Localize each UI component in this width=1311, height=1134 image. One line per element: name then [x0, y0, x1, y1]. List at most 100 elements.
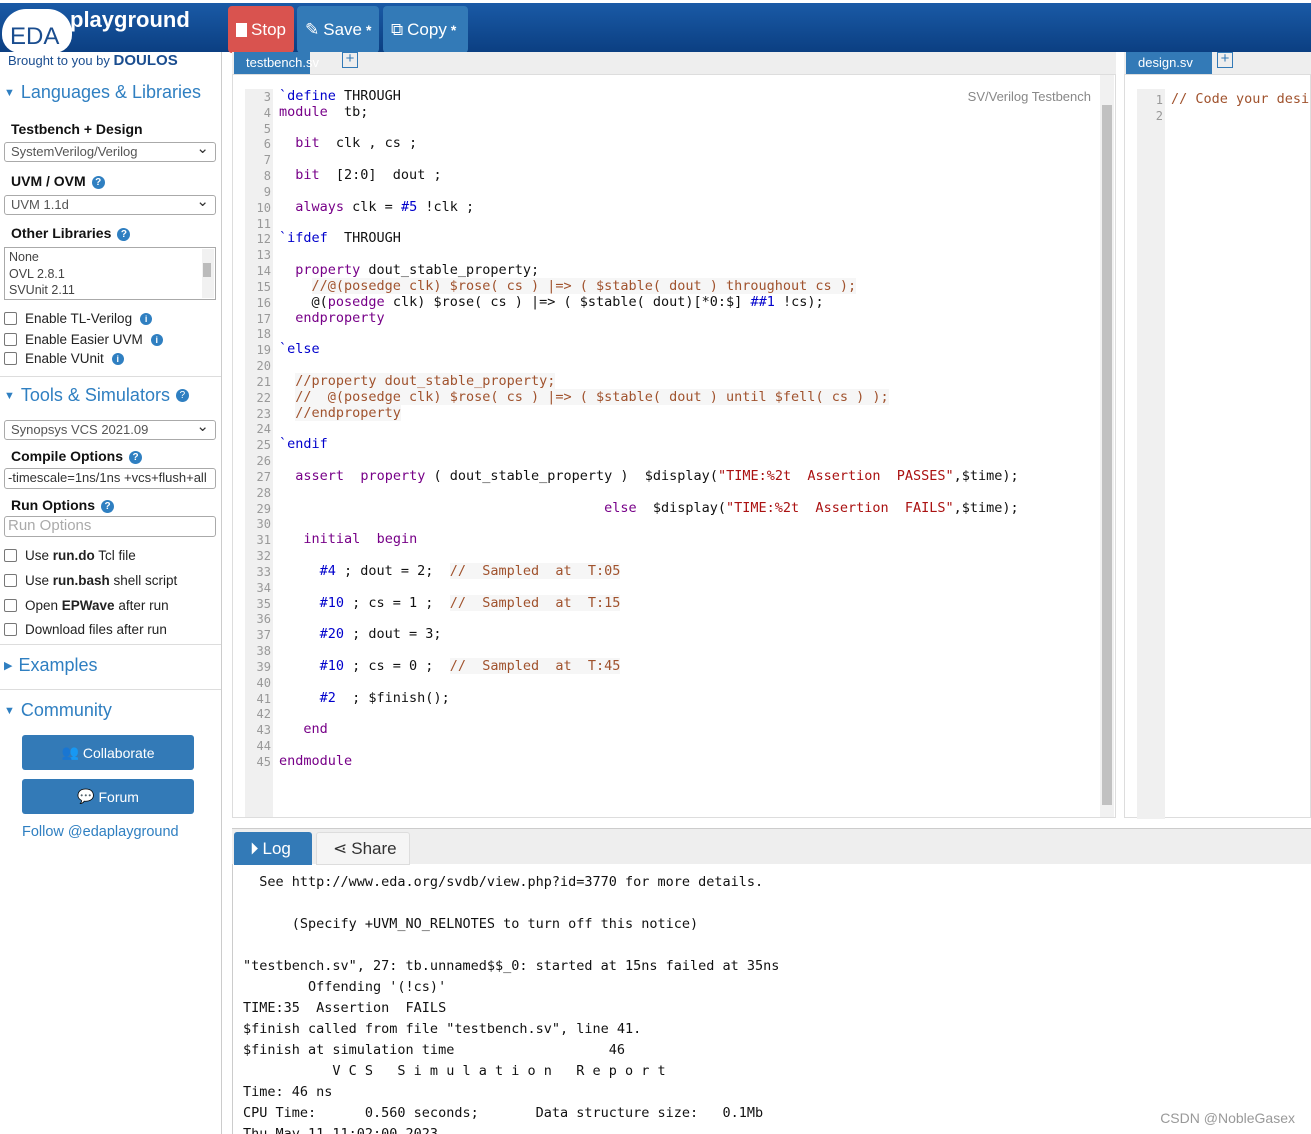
code-line: #4 ; dout = 2; // Sampled at T:05 [319, 562, 621, 579]
section-title: Tools & Simulators [20, 385, 170, 405]
help-icon[interactable]: ? [117, 227, 131, 241]
brought-by-text: Brought to you by [8, 53, 110, 68]
stop-button[interactable]: Stop [228, 6, 294, 53]
run-option-checkbox[interactable]: Open EPWave after run [4, 598, 169, 613]
help-icon[interactable]: ? [175, 389, 189, 402]
help-icon[interactable]: ? [101, 499, 114, 513]
checkbox[interactable] [4, 312, 17, 325]
section-community[interactable]: ▼ Community [4, 700, 112, 721]
section-tools[interactable]: ▼ Tools & Simulators? [4, 385, 189, 406]
unsaved-marker: * [366, 21, 372, 38]
code-token: ##1 [750, 293, 775, 310]
libraries-listbox[interactable]: None OVL 2.8.1 SVUnit 2.11 [4, 247, 216, 300]
eda-playground-logo[interactable]: EDA playground [2, 5, 212, 53]
tab-share[interactable]: ⋖ Share [316, 832, 410, 865]
code-line: // Code your desi [1171, 91, 1310, 107]
checkbox-label: Enable VUnit [25, 351, 104, 366]
run-options-input[interactable]: Run Options [4, 516, 216, 537]
line-number: 11 [256, 216, 271, 231]
code-token: //endproperty [295, 404, 401, 421]
library-option[interactable]: OVL 2.8.1 [9, 266, 211, 283]
enable-easier-uvm-checkbox[interactable]: Enable Easier UVM i [4, 332, 163, 347]
line-number: 14 [256, 264, 271, 279]
pencil-icon: ✎ [305, 19, 320, 39]
checkbox[interactable] [4, 333, 17, 346]
section-examples[interactable]: ▶ Examples [4, 655, 98, 676]
code-token: always [295, 198, 345, 215]
section-title: Examples [18, 655, 98, 675]
code-line: assert property ( dout_stable_property )… [295, 467, 1019, 484]
logo-text: EDA [10, 23, 60, 50]
simulator-select[interactable]: Synopsys VCS 2021.09 [4, 417, 216, 440]
divider [0, 689, 221, 690]
library-option[interactable]: None [9, 249, 211, 266]
copy-button[interactable]: ⧉ Copy * [383, 6, 468, 53]
checkbox-label-part: after run [114, 598, 169, 613]
checkbox-label: Open EPWave after run [25, 598, 169, 613]
collaborate-button[interactable]: 👥 Collaborate [22, 735, 194, 770]
scrollbar[interactable] [202, 249, 214, 298]
line-number: 22 [256, 390, 271, 405]
forum-button[interactable]: 💬 Forum [22, 779, 194, 814]
line-number: 9 [263, 184, 271, 199]
compile-options-input[interactable]: -timescale=1ns/1ns +vcs+flush+all [4, 468, 216, 489]
line-number: 43 [256, 723, 271, 738]
tab-testbench[interactable]: testbench.sv [234, 52, 319, 74]
run-option-checkbox[interactable]: Use run.do Tcl file [4, 548, 136, 563]
run-option-checkbox[interactable]: Use run.bash shell script [4, 573, 177, 588]
tab-label: Share [351, 838, 397, 858]
code-token: initial [303, 531, 361, 548]
scrollbar-thumb[interactable] [1102, 105, 1112, 805]
tab-design[interactable]: design.sv [1126, 52, 1212, 74]
design-editor[interactable]: 1 // Code your desi 2 [1124, 74, 1311, 819]
log-line: Thu May 11 11:02:00 2023 [243, 1126, 439, 1134]
divider [0, 376, 221, 377]
code-token: property [295, 262, 361, 279]
checkbox-label-part: Open [25, 598, 62, 613]
tab-log[interactable]: ⏵ Log [234, 832, 312, 865]
doulos-logo[interactable]: DOULOS [114, 52, 178, 69]
checkbox-label-part: Download files after run [25, 622, 167, 637]
log-line: (Specify +UVM_NO_RELNOTES to turn off th… [243, 916, 699, 932]
line-number: 32 [256, 549, 271, 564]
uvm-label: UVM / OVM? [11, 173, 105, 189]
code-line: endproperty [279, 309, 385, 326]
run-option-checkbox[interactable]: Download files after run [4, 622, 167, 637]
line-number: 31 [256, 533, 271, 548]
other-libraries-label: Other Libraries? [11, 225, 131, 241]
share-icon: ⋖ [333, 838, 348, 858]
line-number: 45 [256, 754, 271, 769]
save-button[interactable]: ✎ Save * [297, 6, 379, 53]
line-number: 8 [263, 169, 271, 184]
uvm-select[interactable]: UVM 1.1d [4, 192, 216, 215]
section-languages[interactable]: ▼ Languages & Libraries [4, 82, 201, 103]
info-icon[interactable]: i [150, 333, 163, 346]
editor-mode-label: SV/Verilog Testbench [967, 89, 1091, 104]
add-file-icon[interactable]: + [1217, 51, 1233, 68]
checkbox[interactable] [4, 574, 17, 587]
follow-link[interactable]: Follow @edaplayground [22, 824, 179, 840]
line-number: 2 [1155, 108, 1163, 123]
checkbox[interactable] [4, 623, 17, 636]
line-number: 35 [256, 596, 271, 611]
line-number: 26 [256, 454, 271, 469]
editor-scrollbar[interactable] [1100, 75, 1114, 817]
enable-vunit-checkbox[interactable]: Enable VUnit i [4, 351, 124, 366]
language-select[interactable]: SystemVerilog/Verilog [4, 139, 216, 162]
code-token: endproperty [295, 309, 385, 326]
help-icon[interactable]: ? [91, 175, 105, 189]
enable-tl-verilog-checkbox[interactable]: Enable TL-Verilog i [4, 311, 153, 326]
checkbox[interactable] [4, 599, 17, 612]
add-file-icon[interactable]: + [342, 51, 358, 68]
testbench-editor[interactable]: SV/Verilog Testbench 3 `define THROUGH 4 mo… [232, 74, 1116, 818]
help-icon[interactable]: ? [129, 450, 142, 464]
checkbox[interactable] [4, 352, 17, 365]
info-icon[interactable]: i [111, 352, 124, 365]
checkbox[interactable] [4, 549, 17, 562]
caret-down-icon: ▼ [4, 704, 15, 717]
code-line: @(posedge clk) $rose( cs ) |=> ( $stable… [279, 293, 824, 310]
library-option[interactable]: SVUnit 2.11 [9, 282, 211, 299]
scrollbar-thumb[interactable] [203, 263, 211, 277]
info-icon[interactable]: i [140, 312, 153, 325]
line-number: 3 [263, 90, 271, 104]
